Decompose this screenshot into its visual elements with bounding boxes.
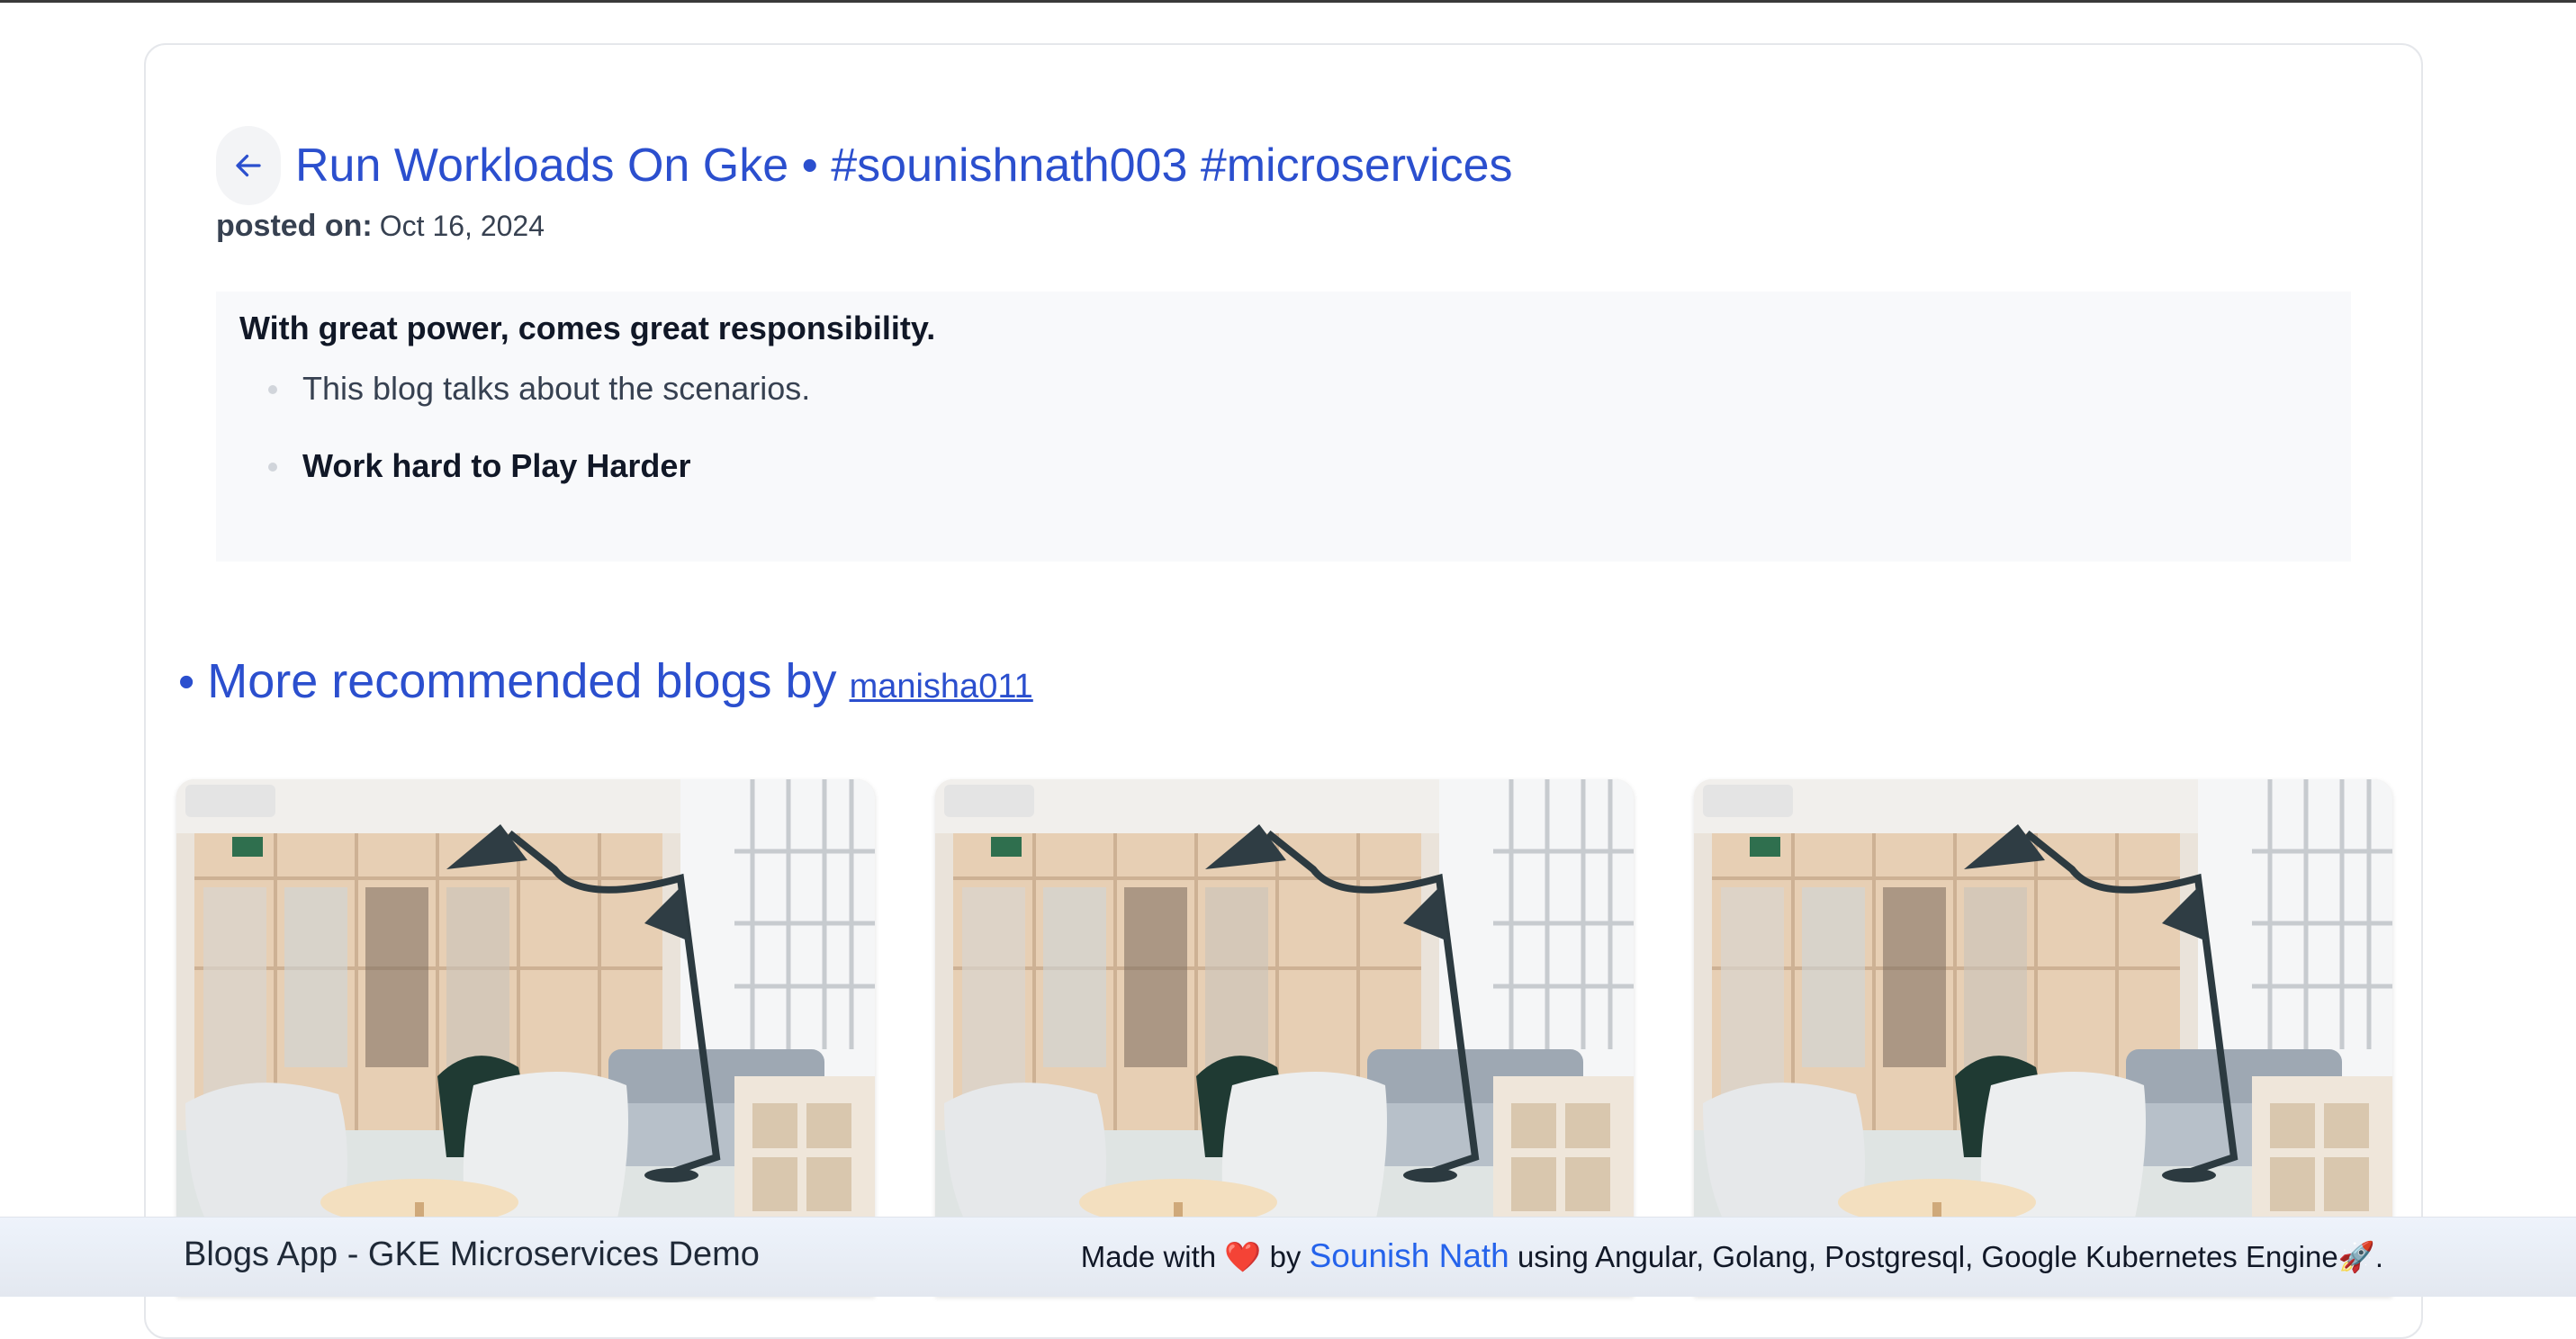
post-lead: With great power, comes great responsibi…: [239, 310, 936, 346]
recommended-heading: • More recommended blogs by manisha011: [178, 653, 1033, 709]
rocket-icon: 🚀: [2337, 1240, 2375, 1273]
list-item: Work hard to Play Harder: [263, 445, 810, 522]
made-with-text: Made with: [1080, 1240, 1217, 1273]
post-header: Run Workloads On Gke • #sounishnath003 #…: [216, 126, 1513, 205]
footer-author-link[interactable]: Sounish Nath: [1310, 1237, 1509, 1274]
footer-app-name: Blogs App - GKE Microservices Demo: [184, 1236, 760, 1273]
top-border: [0, 0, 2576, 3]
post-title: Run Workloads On Gke • #sounishnath003 #…: [295, 139, 1513, 192]
arrow-left-icon: [236, 154, 261, 177]
author-link[interactable]: manisha011: [850, 668, 1033, 706]
by-text: by: [1269, 1240, 1302, 1273]
heart-icon: ❤️: [1224, 1240, 1262, 1273]
recommended-heading-text: More recommended blogs by: [207, 654, 837, 708]
tech-stack-text: using Angular, Golang, Postgresql, Googl…: [1517, 1240, 2338, 1273]
footer: Blogs App - GKE Microservices Demo Made …: [0, 1217, 2576, 1297]
posted-on-date: Oct 16, 2024: [379, 210, 545, 242]
posted-on-label: posted on:: [216, 209, 373, 243]
footer-credits: Made with ❤️ by Sounish Nath using Angul…: [1081, 1237, 2383, 1275]
posted-on: posted on: Oct 16, 2024: [216, 209, 545, 244]
period-text: .: [2374, 1240, 2383, 1273]
heading-bullet: •: [178, 656, 195, 708]
back-button[interactable]: [216, 126, 281, 205]
post-content: With great power, comes great responsibi…: [216, 292, 2351, 562]
list-item: This blog talks about the scenarios.: [263, 367, 810, 445]
post-bullet-list: This blog talks about the scenarios. Wor…: [263, 367, 810, 522]
